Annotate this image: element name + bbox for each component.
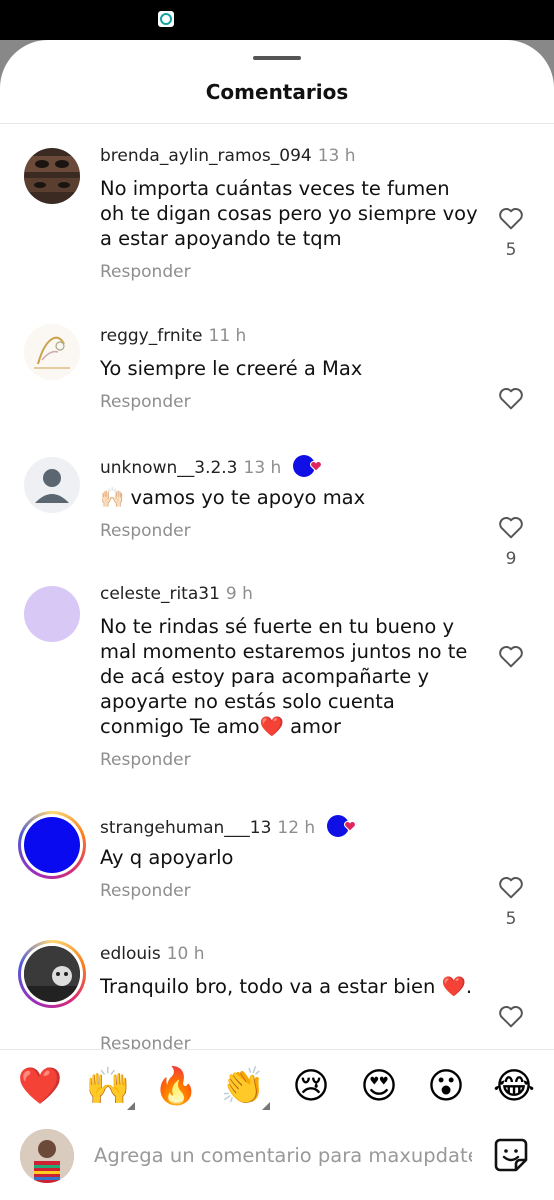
- comment-meta: edlouis 10 h: [100, 944, 205, 964]
- comment-meta: strangehuman___13 12 h: [100, 815, 357, 838]
- like-heart-icon[interactable]: [498, 515, 524, 539]
- username[interactable]: celeste_rita31: [100, 584, 220, 604]
- fan-badge-icon: [326, 815, 357, 837]
- avatar[interactable]: [24, 324, 80, 380]
- fan-badge-icon: [292, 455, 323, 477]
- timestamp: 13 h: [317, 146, 356, 166]
- story-ring[interactable]: [18, 940, 86, 1008]
- reaction-laughing-emoji[interactable]: 😂: [491, 1064, 537, 1110]
- avatar: [24, 817, 80, 873]
- reaction-crying-emoji[interactable]: 😢: [288, 1064, 334, 1110]
- comment-text: No te rindas sé fuerte en tu bueno y mal…: [100, 615, 468, 738]
- sheet-title: Comentarios: [205, 80, 349, 104]
- reaction-fire-emoji[interactable]: 🔥: [153, 1064, 199, 1110]
- reply-button[interactable]: Responder: [100, 750, 191, 770]
- timestamp: 10 h: [166, 944, 205, 964]
- emoji-glyph: 🙌: [85, 1066, 131, 1107]
- like-count: 5: [505, 909, 517, 929]
- comment-text: Tranquilo bro, todo va a estar bien ❤️.: [100, 975, 473, 998]
- reaction-surprised-emoji[interactable]: 😮: [423, 1064, 469, 1110]
- username[interactable]: reggy_frnite: [100, 326, 203, 346]
- comment-text: No importa cuántas veces te fumen oh te …: [100, 177, 478, 250]
- username[interactable]: edlouis: [100, 944, 161, 964]
- like-count: 5: [505, 240, 517, 260]
- timestamp: 11 h: [208, 326, 247, 346]
- like-heart-icon[interactable]: [498, 644, 524, 668]
- story-ring[interactable]: [18, 811, 86, 879]
- comment-meta: brenda_aylin_ramos_094 13 h: [100, 146, 356, 166]
- like-heart-icon[interactable]: [498, 875, 524, 899]
- like-count: 9: [505, 549, 517, 569]
- reaction-raised-hands-emoji[interactable]: 🙌: [85, 1064, 135, 1110]
- divider: [0, 123, 554, 124]
- comment-text: Ay q apoyarlo: [100, 846, 234, 869]
- avatar[interactable]: [24, 148, 80, 204]
- default-user-icon: [35, 469, 69, 503]
- reply-button[interactable]: Responder: [100, 881, 191, 901]
- app-notification-icon: [158, 11, 174, 27]
- avatar[interactable]: [24, 457, 80, 513]
- like-heart-icon[interactable]: [498, 1004, 524, 1028]
- reaction-heart-eyes-emoji[interactable]: 😍: [356, 1064, 402, 1110]
- reply-button[interactable]: Responder: [100, 262, 191, 282]
- status-bar: [0, 0, 554, 40]
- composer-bar: ❤️ 🙌 🔥 👏 😢 😍 😮 😂: [0, 1049, 554, 1200]
- username[interactable]: strangehuman___13: [100, 818, 271, 838]
- comment-text: 🙌🏻 vamos yo te apoyo max: [100, 486, 366, 509]
- like-heart-icon[interactable]: [498, 386, 524, 410]
- my-avatar: [20, 1129, 74, 1183]
- reaction-heart-emoji[interactable]: ❤️: [17, 1064, 63, 1110]
- reply-button[interactable]: Responder: [100, 392, 191, 412]
- username[interactable]: brenda_aylin_ramos_094: [100, 146, 312, 166]
- reply-button[interactable]: Responder: [100, 521, 191, 541]
- timestamp: 9 h: [225, 584, 253, 604]
- comment-meta: unknown__3.2.3 13 h: [100, 455, 323, 478]
- emoji-glyph: 👏: [220, 1066, 266, 1107]
- comment-meta: reggy_frnite 11 h: [100, 326, 246, 346]
- comment-input[interactable]: [94, 1140, 472, 1170]
- comment-meta: celeste_rita31 9 h: [100, 584, 253, 604]
- avatar: [24, 946, 80, 1002]
- avatar[interactable]: [24, 586, 80, 642]
- drag-handle[interactable]: [253, 56, 301, 60]
- comments-sheet: Comentarios brenda_aylin_ramos_094 13 h N…: [0, 40, 554, 1200]
- like-heart-icon[interactable]: [498, 206, 524, 230]
- reaction-clap-emoji[interactable]: 👏: [220, 1064, 270, 1110]
- timestamp: 13 h: [243, 458, 282, 478]
- timestamp: 12 h: [277, 818, 316, 838]
- sticker-icon[interactable]: [492, 1136, 530, 1174]
- comment-text: Yo siempre le creeré a Max: [100, 357, 363, 380]
- username[interactable]: unknown__3.2.3: [100, 458, 238, 478]
